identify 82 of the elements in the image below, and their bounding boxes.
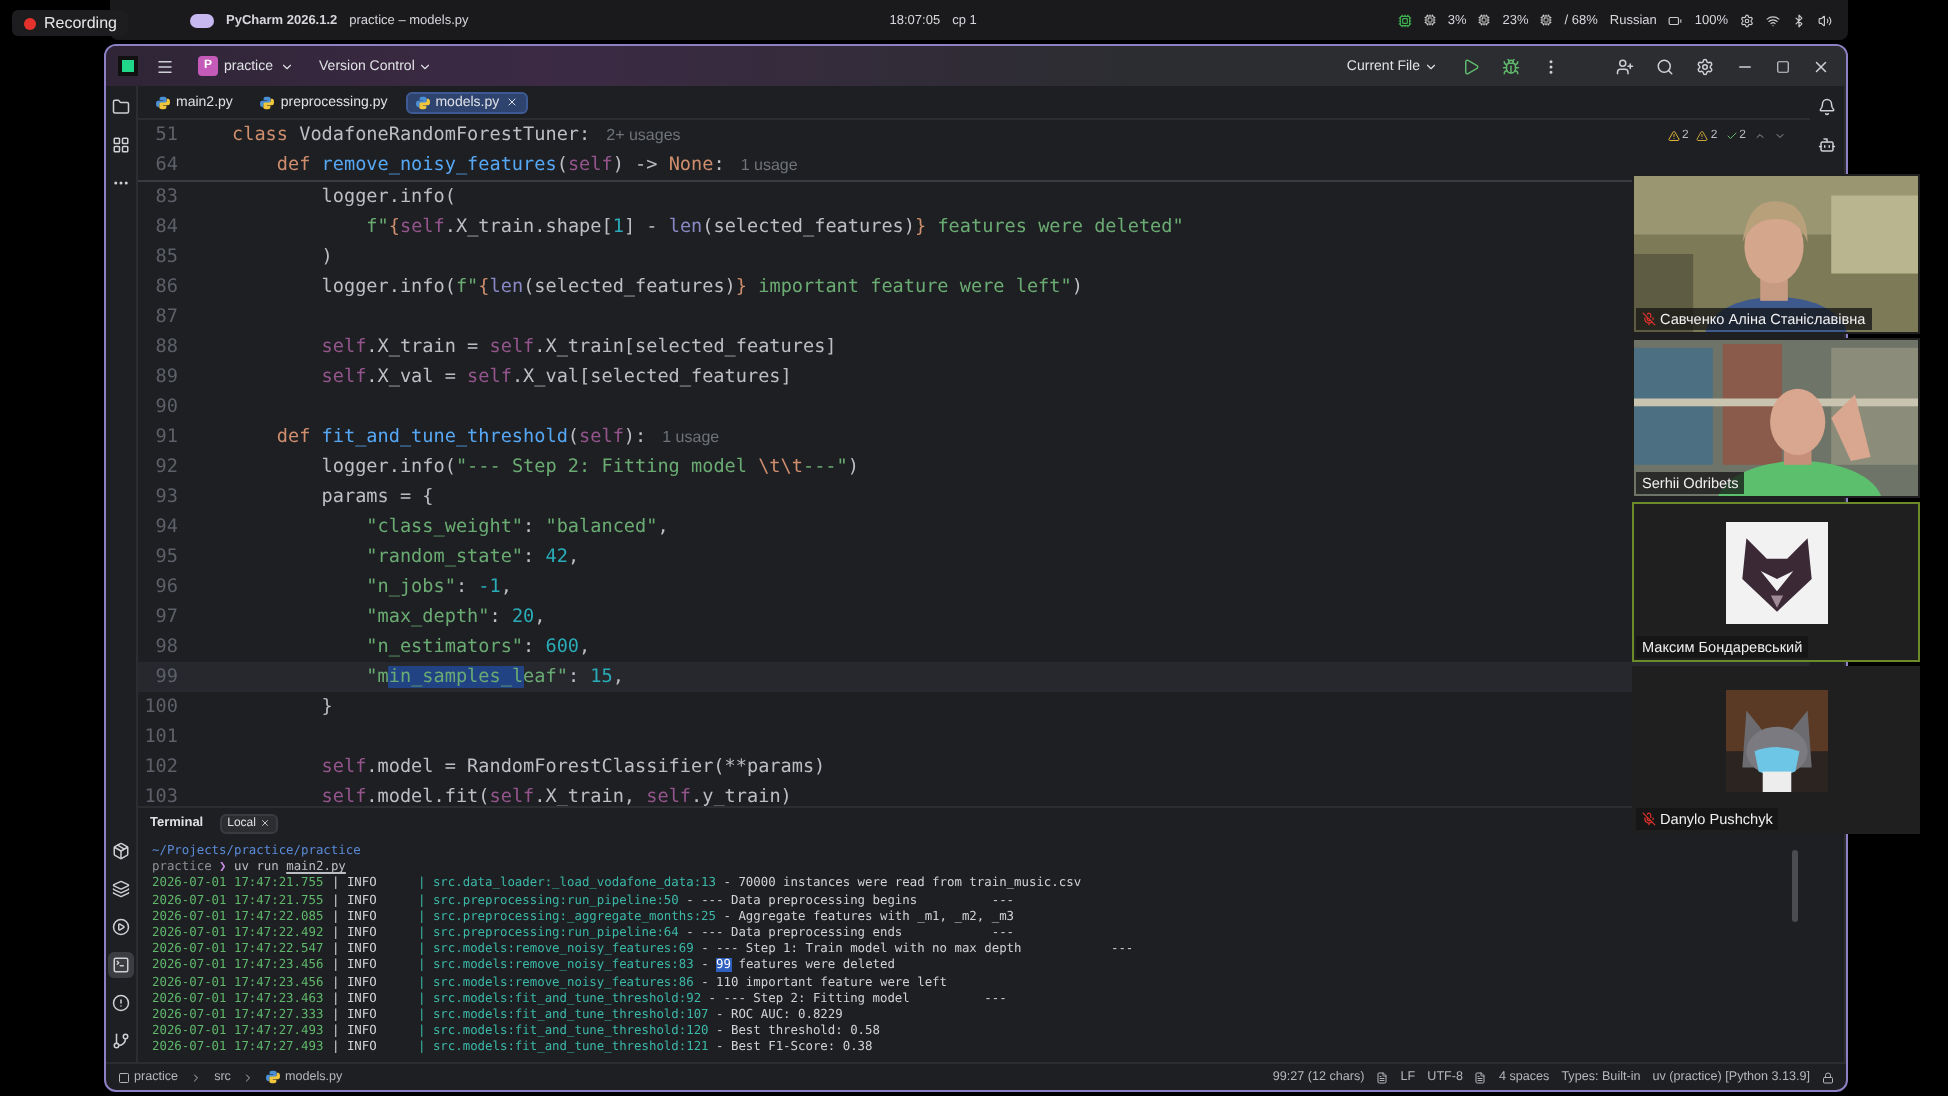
package-icon[interactable]	[108, 838, 134, 864]
file-icon[interactable]	[1376, 1071, 1389, 1083]
code-text: "class_weight": "balanced",	[364, 516, 669, 538]
code-text: self.X_train = self.X_train[selected_features]	[319, 336, 837, 358]
problems-icon[interactable]	[108, 990, 134, 1016]
python-file-icon	[415, 95, 430, 109]
line-number: 86	[153, 276, 178, 298]
line-number: 100	[142, 696, 178, 718]
line-number: 95	[153, 546, 178, 568]
code-text: def remove_noisy_features(self) -> None:	[274, 154, 725, 176]
module-icon	[118, 1071, 130, 1083]
line-number: 90	[153, 396, 178, 418]
run-icon[interactable]	[108, 914, 134, 940]
assistant-icon[interactable]	[1814, 132, 1840, 158]
structure-icon[interactable]	[108, 132, 134, 158]
recording-label: Recording	[44, 14, 117, 32]
line-number: 93	[153, 486, 178, 508]
scrollbar[interactable]	[1792, 850, 1798, 922]
code-text: self.model = RandomForestClassifier(**params)	[319, 756, 826, 778]
code-text: }	[319, 696, 333, 718]
line-number: 84	[153, 216, 178, 238]
line-number: 94	[153, 516, 178, 538]
toggle-icon	[190, 13, 214, 27]
code-text: logger.info(f"{len(selected_features)} important feature were left")	[319, 276, 1083, 298]
chevron-icon	[242, 1071, 255, 1083]
line-number: 85	[153, 246, 178, 268]
chevron-icon	[1424, 59, 1438, 73]
settings-icon[interactable]	[1740, 13, 1755, 27]
git-icon[interactable]	[108, 1028, 134, 1054]
chevron-icon	[418, 59, 433, 73]
code-text: class VodafoneRandomForestTuner:	[232, 124, 591, 146]
debug-icon[interactable]	[1498, 53, 1524, 79]
line-number: 103	[142, 786, 178, 806]
line-number: 88	[153, 336, 178, 358]
layers-icon[interactable]	[108, 876, 134, 902]
code-text: self.X_val = self.X_val[selected_features]	[319, 366, 792, 388]
code-text: f"{self.X_train.shape[1] - len(selected_features)} features were deleted"	[364, 216, 1184, 238]
close-icon[interactable]	[505, 96, 518, 108]
code-text: "n_estimators": 600,	[364, 636, 591, 658]
terminal-icon[interactable]	[108, 952, 134, 978]
lock-icon[interactable]	[1822, 1071, 1834, 1083]
code-text: logger.info(	[319, 186, 456, 208]
code-text: "n_jobs": -1,	[364, 576, 512, 598]
line-number: 97	[153, 606, 178, 628]
line-number: 91	[153, 426, 178, 448]
maximize-icon[interactable]	[1772, 55, 1794, 77]
line-number: 102	[142, 756, 178, 778]
line-number: 92	[153, 456, 178, 478]
battery-icon	[1668, 13, 1683, 27]
line-number: 83	[153, 186, 178, 208]
notifications-icon[interactable]	[1814, 94, 1840, 120]
record-dot-icon	[24, 17, 36, 29]
wifi-icon[interactable]	[1766, 13, 1781, 27]
indent-icon	[1474, 1071, 1487, 1083]
code-text: "max_depth": 20,	[364, 606, 546, 628]
python-file-icon	[266, 1070, 281, 1084]
code-text: )	[319, 246, 333, 268]
settings-icon[interactable]	[1692, 53, 1718, 79]
bluetooth-icon[interactable]	[1792, 13, 1807, 27]
python-file-icon	[156, 95, 170, 109]
line-number: 96	[153, 576, 178, 598]
line-number: 89	[153, 366, 178, 388]
line-number: 98	[153, 636, 178, 658]
code-text: "min_samples_leaf": 15,	[364, 666, 624, 688]
code-text: "random_state": 42,	[364, 546, 580, 568]
volume-icon[interactable]	[1818, 13, 1833, 27]
line-number: 101	[142, 726, 178, 748]
chevron-icon	[279, 59, 294, 73]
code-text: params = {	[319, 486, 434, 508]
code-text: logger.info("--- Step 2: Fitting model \t\t---")	[319, 456, 859, 478]
line-number: 99	[153, 666, 178, 688]
python-file-icon	[260, 95, 275, 109]
code-text: def fit_and_tune_threshold(self):	[274, 426, 647, 448]
line-number: 87	[153, 306, 178, 328]
folder-icon[interactable]	[108, 94, 134, 120]
chevron-up-icon[interactable]	[1754, 130, 1766, 142]
line-number: 51	[153, 124, 178, 146]
line-number: 64	[153, 154, 178, 176]
code-text: self.model.fit(self.X_train, self.y_train)	[319, 786, 792, 806]
app-logo-icon	[118, 56, 138, 76]
chevron-down-icon[interactable]	[1774, 130, 1786, 142]
chevron-icon	[190, 1071, 203, 1083]
